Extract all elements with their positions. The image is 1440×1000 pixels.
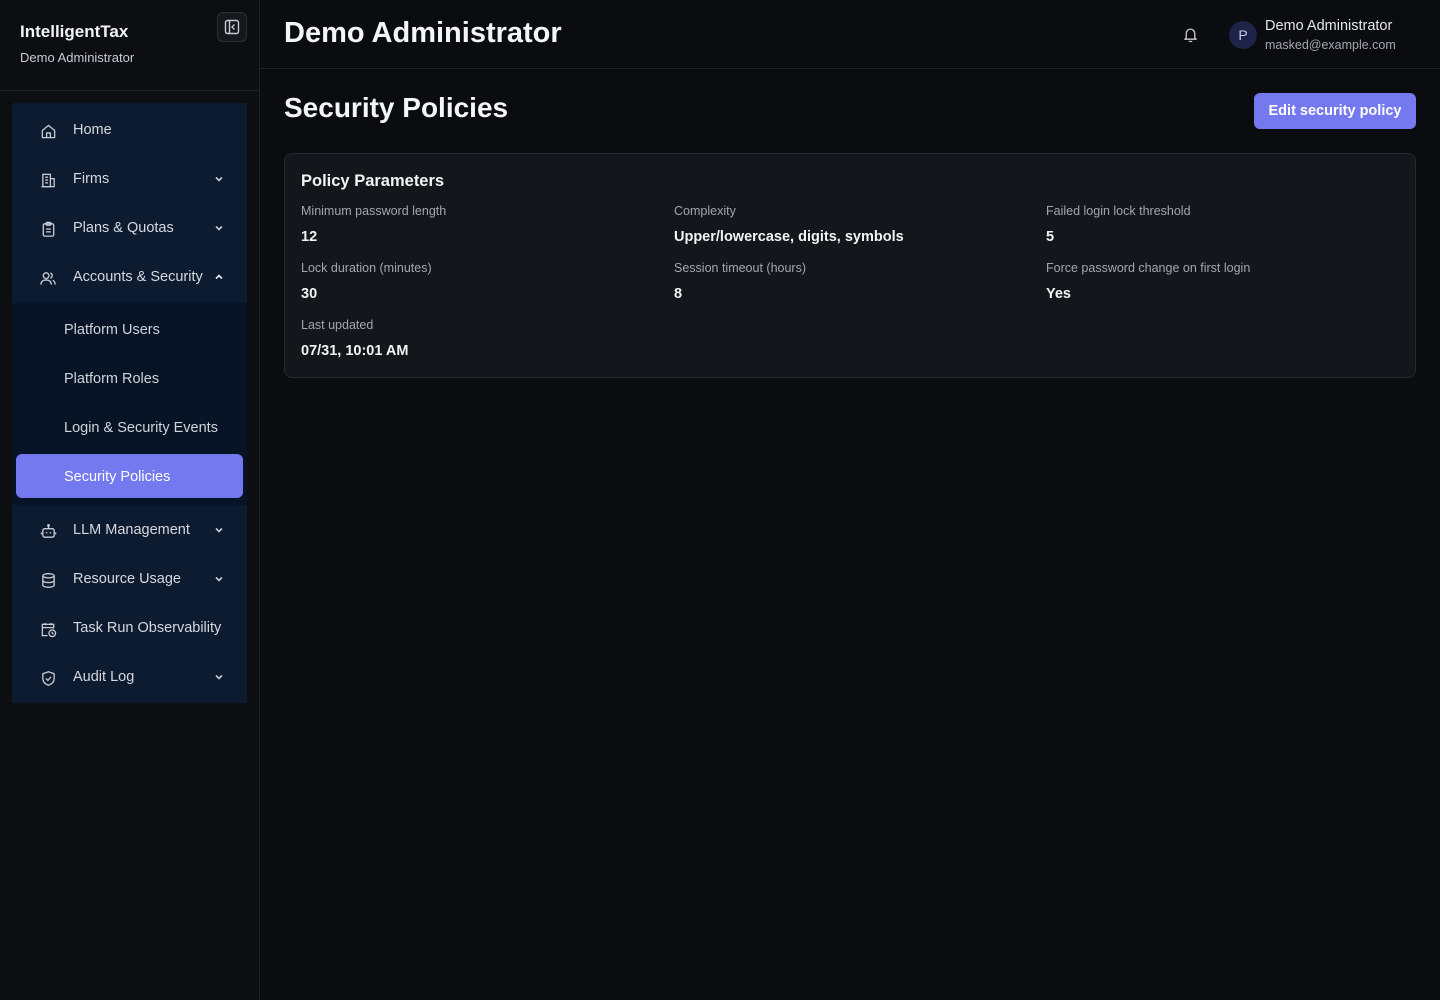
users-icon (39, 269, 57, 287)
field-force-password-change: Force password change on first login Yes (1046, 260, 1250, 303)
sidebar-divider (0, 90, 259, 91)
field-label: Complexity (674, 204, 736, 218)
user-name: Demo Administrator (1265, 18, 1393, 34)
sidebar-subitem-label: Login & Security Events (64, 420, 218, 436)
brand-name: IntelligentTax (20, 22, 129, 41)
sidebar-collapse-icon (224, 19, 240, 35)
sidebar-item-label: Firms (73, 171, 110, 187)
chevron-down-icon (213, 573, 225, 585)
field-value: Yes (1046, 286, 1071, 302)
sidebar-item-home[interactable]: Home (12, 107, 247, 151)
chevron-down-icon (213, 173, 225, 185)
home-icon (39, 122, 57, 140)
sidebar-item-firms[interactable]: Firms (12, 156, 247, 200)
sidebar-item-label: Resource Usage (73, 571, 181, 587)
sidebar-subitem-security-policies[interactable]: Security Policies (16, 454, 243, 498)
field-label: Force password change on first login (1046, 261, 1251, 275)
sidebar-item-audit-log[interactable]: Audit Log (12, 654, 247, 698)
sidebar-subitem-login-security-events[interactable]: Login & Security Events (16, 405, 243, 449)
sidebar-item-task-run-observability[interactable]: Task Run Observability (12, 605, 247, 649)
robot-icon (39, 522, 57, 540)
field-min-password-length: Minimum password length 12 (301, 203, 446, 246)
clipboard-icon (39, 220, 57, 238)
shield-check-icon (39, 669, 57, 687)
accounts-security-subnav: Platform Users Platform Roles Login & Se… (12, 303, 247, 505)
field-label: Minimum password length (301, 204, 447, 218)
chevron-down-icon (213, 222, 225, 234)
field-label: Lock duration (minutes) (301, 261, 432, 275)
card-title: Policy Parameters (301, 172, 445, 190)
field-value: 30 (301, 286, 318, 302)
sidebar-item-label: Home (73, 122, 112, 138)
field-complexity: Complexity Upper/lowercase, digits, symb… (674, 203, 904, 246)
sidebar-item-resource-usage[interactable]: Resource Usage (12, 556, 247, 600)
policy-parameters-card: Policy Parameters Minimum password lengt… (284, 153, 1416, 378)
field-label: Failed login lock threshold (1046, 204, 1191, 218)
calendar-clock-icon (39, 620, 57, 638)
page-title: Security Policies (284, 92, 509, 123)
field-value: 12 (301, 229, 318, 245)
sidebar-nav: Home Firms Plans & Quotas Accounts & Sec… (12, 103, 247, 703)
building-icon (39, 171, 57, 189)
edit-security-policy-button[interactable]: Edit security policy (1254, 93, 1416, 129)
field-value: Upper/lowercase, digits, symbols (674, 229, 904, 245)
field-session-timeout: Session timeout (hours) 8 (674, 260, 806, 303)
field-value: 07/31, 10:01 AM (301, 343, 409, 359)
sidebar: IntelligentTax Demo Administrator Home F… (0, 0, 260, 1000)
bell-icon[interactable] (1180, 24, 1200, 44)
field-label: Last updated (301, 318, 374, 332)
sidebar-item-accounts-security[interactable]: Accounts & Security (12, 254, 247, 298)
sidebar-item-llm-management[interactable]: LLM Management (12, 507, 247, 551)
field-value: 5 (1046, 229, 1055, 245)
field-value: 8 (674, 286, 683, 302)
header-title: Demo Administrator (284, 17, 562, 49)
sidebar-item-label: Task Run Observability (73, 620, 222, 636)
field-lock-duration: Lock duration (minutes) 30 (301, 260, 432, 303)
top-header: Demo Administrator P Demo Administrator … (260, 0, 1440, 69)
sidebar-item-label: LLM Management (73, 522, 190, 538)
sidebar-subitem-label: Security Policies (64, 469, 171, 485)
sidebar-item-label: Audit Log (73, 669, 135, 685)
sidebar-item-label: Accounts & Security (73, 269, 203, 285)
collapse-sidebar-button[interactable] (217, 12, 247, 42)
chevron-up-icon (213, 271, 225, 283)
sidebar-subitem-label: Platform Users (64, 322, 160, 338)
chevron-down-icon (213, 524, 225, 536)
sidebar-subitem-label: Platform Roles (64, 371, 160, 387)
sidebar-item-label: Plans & Quotas (73, 220, 174, 236)
sidebar-subitem-platform-roles[interactable]: Platform Roles (16, 356, 243, 400)
brand: IntelligentTax Demo Administrator (20, 22, 134, 66)
user-email: masked@example.com (1265, 38, 1396, 52)
chevron-down-icon (213, 671, 225, 683)
database-icon (39, 571, 57, 589)
sidebar-subitem-platform-users[interactable]: Platform Users (16, 307, 243, 351)
brand-subtitle: Demo Administrator (20, 50, 135, 65)
field-last-updated: Last updated 07/31, 10:01 AM (301, 317, 408, 360)
sidebar-item-plans-quotas[interactable]: Plans & Quotas (12, 205, 247, 249)
avatar[interactable]: P (1229, 21, 1257, 49)
field-label: Session timeout (hours) (674, 261, 807, 275)
field-failed-login-lock-threshold: Failed login lock threshold 5 (1046, 203, 1191, 246)
